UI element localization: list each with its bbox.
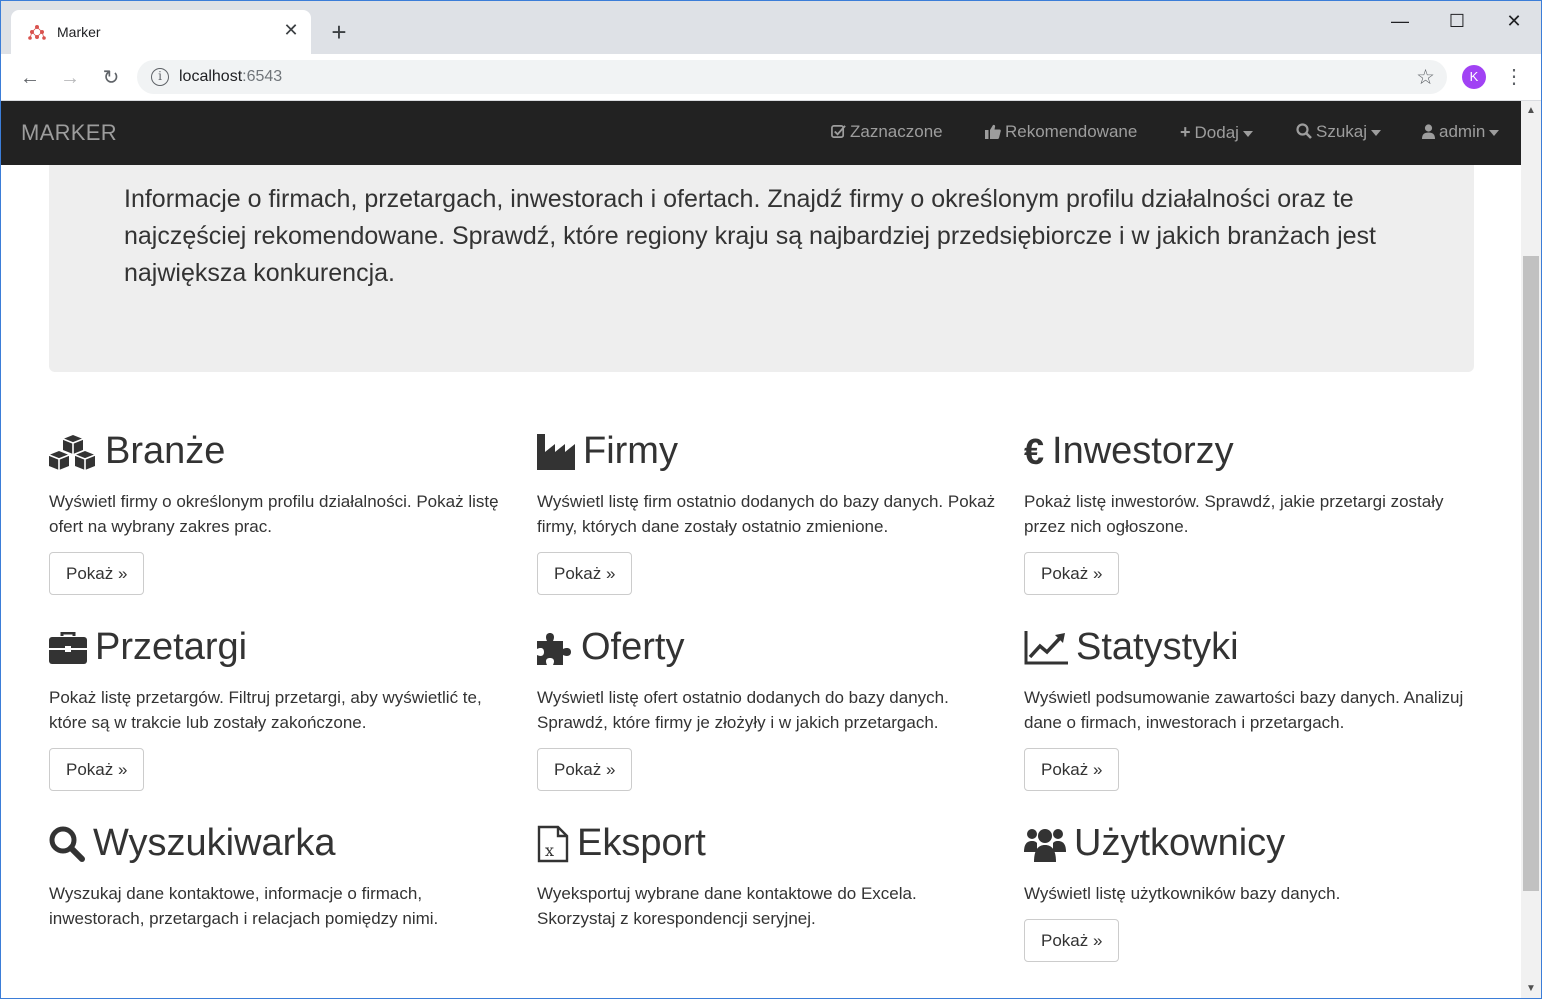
card-title: Inwestorzy xyxy=(1052,430,1234,472)
top-navbar: MARKER Zaznaczone Rekomendowane +Dodaj xyxy=(1,101,1521,165)
card-title: Użytkownicy xyxy=(1074,822,1286,864)
card-oferty: Oferty Wyświetl listę ofert ostatnio dod… xyxy=(537,626,997,791)
jumbotron: Informacje o firmach, przetargach, inwes… xyxy=(49,141,1474,372)
card-firmy: Firmy Wyświetl listę firm ostatnio dodan… xyxy=(537,430,997,595)
pokaz-button[interactable]: Pokaż » xyxy=(1024,919,1120,962)
card-description: Wyeksportuj wybrane dane kontaktowe do E… xyxy=(537,884,917,928)
pokaz-button[interactable]: Pokaż » xyxy=(537,552,633,595)
tab-title: Marker xyxy=(57,24,101,40)
card-title: Wyszukiwarka xyxy=(93,822,336,864)
card-title: Statystyki xyxy=(1076,626,1239,668)
tab-close-icon[interactable]: ✕ xyxy=(281,20,301,40)
card-description: Wyszukaj dane kontaktowe, informacje o f… xyxy=(49,884,439,928)
marker-favicon-icon xyxy=(28,25,46,40)
card-title: Przetargi xyxy=(95,626,248,668)
card-title: Firmy xyxy=(583,430,678,472)
puzzle-icon xyxy=(537,632,571,665)
new-tab-button[interactable]: + xyxy=(327,19,351,45)
card-title: Eksport xyxy=(577,822,706,864)
back-arrow-icon[interactable]: ← xyxy=(16,64,44,92)
nav-szukaj-dropdown[interactable]: Szukaj xyxy=(1296,101,1382,165)
nav-rekomendowane[interactable]: Rekomendowane xyxy=(985,101,1137,165)
minimize-button[interactable]: — xyxy=(1371,7,1429,35)
forward-arrow-icon[interactable]: → xyxy=(56,64,84,92)
browser-window: Marker ✕ + — ☐ ✕ ← → ↻ i localhost:6543 … xyxy=(0,0,1542,999)
browser-toolbar: ← → ↻ i localhost:6543 ☆ K ⋮ xyxy=(1,54,1541,101)
card-description: Wyświetl listę użytkowników bazy danych. xyxy=(1024,884,1341,903)
check-square-icon xyxy=(831,125,846,138)
pokaz-button[interactable]: Pokaż » xyxy=(1024,552,1120,595)
nav-admin-dropdown[interactable]: admin xyxy=(1422,101,1500,165)
users-icon xyxy=(1024,828,1066,862)
plus-icon: + xyxy=(1180,122,1191,142)
card-eksport: x Eksport Wyeksportuj wybrane dane konta… xyxy=(537,822,997,931)
browser-menu-icon[interactable]: ⋮ xyxy=(1501,64,1527,90)
card-description: Wyświetl podsumowanie zawartości bazy da… xyxy=(1024,688,1464,732)
card-inwestorzy: € Inwestorzy Pokaż listę inwestorów. Spra… xyxy=(1024,430,1484,595)
url-text[interactable]: localhost:6543 xyxy=(179,68,282,86)
caret-down-icon xyxy=(1371,129,1382,136)
card-description: Wyświetl listę firm ostatnio dodanych do… xyxy=(537,492,996,536)
site-info-icon[interactable]: i xyxy=(151,68,169,86)
card-description: Wyświetl firmy o określonym profilu dzia… xyxy=(49,492,499,536)
cubes-icon xyxy=(49,434,96,470)
search-icon xyxy=(1296,123,1312,139)
scroll-down-arrow-icon[interactable]: ▼ xyxy=(1526,983,1536,994)
pokaz-button[interactable]: Pokaż » xyxy=(49,552,145,595)
profile-avatar[interactable]: K xyxy=(1462,65,1486,89)
address-bar[interactable]: i localhost:6543 ☆ xyxy=(137,60,1447,94)
brand-link[interactable]: MARKER xyxy=(21,120,117,146)
scroll-up-arrow-icon[interactable]: ▲ xyxy=(1526,105,1536,116)
briefcase-icon xyxy=(49,631,87,664)
nav-zaznaczone[interactable]: Zaznaczone xyxy=(831,101,943,165)
search-icon xyxy=(49,826,85,862)
pokaz-button[interactable]: Pokaż » xyxy=(537,748,633,791)
user-icon xyxy=(1422,124,1435,139)
vertical-scrollbar[interactable]: ▲ ▼ xyxy=(1521,101,1541,998)
jumbotron-text: Informacje o firmach, przetargach, inwes… xyxy=(124,185,1377,287)
reload-icon[interactable]: ↻ xyxy=(97,64,125,92)
card-description: Pokaż listę inwestorów. Sprawdź, jakie p… xyxy=(1024,492,1444,536)
scroll-thumb[interactable] xyxy=(1523,256,1539,891)
card-title: Branże xyxy=(105,430,226,472)
card-description: Pokaż listę przetargów. Filtruj przetarg… xyxy=(49,688,482,732)
card-przetargi: Przetargi Pokaż listę przetargów. Filtru… xyxy=(49,626,509,791)
nav-dodaj-dropdown[interactable]: + Dodaj xyxy=(1180,101,1253,165)
card-uzytkownicy: Użytkownicy Wyświetl listę użytkowników … xyxy=(1024,822,1484,962)
pokaz-button[interactable]: Pokaż » xyxy=(49,748,145,791)
caret-down-icon xyxy=(1242,130,1253,137)
card-statystyki: Statystyki Wyświetl podsumowanie zawarto… xyxy=(1024,626,1484,791)
industry-icon xyxy=(537,433,575,470)
euro-icon: € xyxy=(1024,430,1045,472)
browser-tab[interactable]: Marker ✕ xyxy=(11,10,311,54)
bookmark-star-icon[interactable]: ☆ xyxy=(1416,65,1435,90)
pokaz-button[interactable]: Pokaż » xyxy=(1024,748,1120,791)
maximize-button[interactable]: ☐ xyxy=(1428,7,1486,35)
page-viewport: Informacje o firmach, przetargach, inwes… xyxy=(1,101,1521,998)
card-branze: Branże Wyświetl firmy o określonym profi… xyxy=(49,430,509,595)
card-description: Wyświetl listę ofert ostatnio dodanych d… xyxy=(537,688,949,732)
caret-down-icon xyxy=(1489,129,1500,136)
svg-text:x: x xyxy=(545,841,554,860)
thumbs-up-icon xyxy=(985,124,1001,139)
close-window-button[interactable]: ✕ xyxy=(1485,7,1541,35)
tab-strip: Marker ✕ + — ☐ ✕ xyxy=(1,1,1541,54)
card-title: Oferty xyxy=(581,626,685,668)
card-wyszukiwarka: Wyszukiwarka Wyszukaj dane kontaktowe, i… xyxy=(49,822,509,931)
line-chart-icon xyxy=(1024,630,1068,664)
file-excel-icon: x xyxy=(537,825,569,862)
